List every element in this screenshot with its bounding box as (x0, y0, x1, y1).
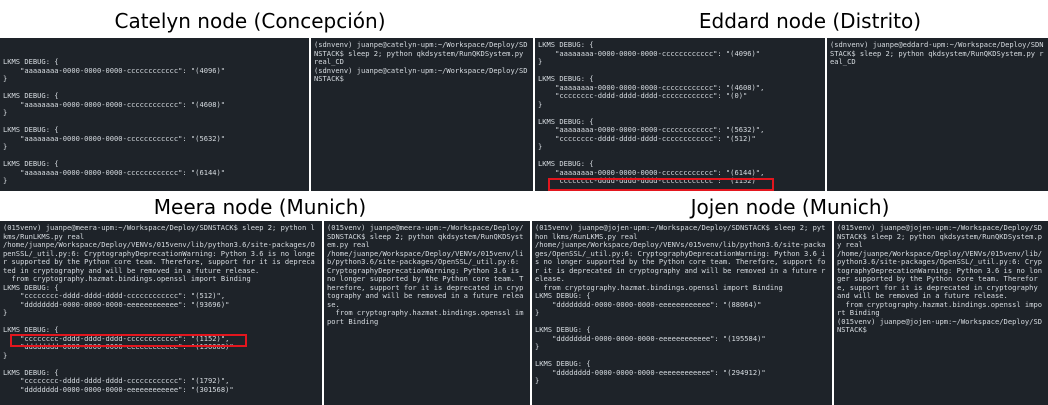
terminal-catelyn-qkd-output: (sdnvenv) juanpe@catelyn-upm:~/Workspace… (314, 40, 528, 83)
terminal-jojen-lkms[interactable]: (015venv) juanpe@jojen-upm:~/Workspace/D… (532, 221, 832, 405)
title-catelyn: Catelyn node (Concepción) (114, 9, 386, 33)
title-jojen: Jojen node (Munich) (690, 195, 890, 219)
terminal-meera-qkd-output: (015venv) juanpe@meera-upm:~/Workspace/D… (327, 223, 524, 326)
highlight-box-eddard (548, 178, 774, 191)
terminal-jojen-qkd-output: (015venv) juanpe@jojen-upm:~/Workspace/D… (837, 223, 1043, 334)
title-meera: Meera node (Munich) (153, 195, 367, 219)
terminal-eddard-lkms-output: LKMS DEBUG: { "aaaaaaaa-0000-0000-0000-c… (538, 40, 765, 185)
terminal-jojen-qkd[interactable]: (015venv) juanpe@jojen-upm:~/Workspace/D… (834, 221, 1048, 405)
terminal-eddard-lkms[interactable]: LKMS DEBUG: { "aaaaaaaa-0000-0000-0000-c… (535, 38, 825, 191)
terminal-eddard-qkd[interactable]: (sdnvenv) juanpe@eddard-upm:~/Workspace/… (827, 38, 1048, 191)
terminal-catelyn-lkms-output: LKMS DEBUG: { "aaaaaaaa-0000-0000-0000-c… (3, 57, 226, 185)
terminal-meera-qkd[interactable]: (015venv) juanpe@meera-upm:~/Workspace/D… (324, 221, 530, 405)
title-eddard: Eddard node (Distrito) (698, 9, 922, 33)
terminal-jojen-lkms-output: (015venv) juanpe@jojen-upm:~/Workspace/D… (535, 223, 826, 385)
terminal-catelyn-lkms[interactable]: LKMS DEBUG: { "aaaaaaaa-0000-0000-0000-c… (0, 38, 309, 191)
highlight-box-meera (10, 334, 247, 347)
terminal-catelyn-qkd[interactable]: (sdnvenv) juanpe@catelyn-upm:~/Workspace… (311, 38, 533, 191)
terminal-eddard-qkd-output: (sdnvenv) juanpe@eddard-upm:~/Workspace/… (830, 40, 1044, 66)
terminal-meera-lkms-output: (015venv) juanpe@meera-upm:~/Workspace/D… (3, 223, 315, 394)
terminal-meera-lkms[interactable]: (015venv) juanpe@meera-upm:~/Workspace/D… (0, 221, 322, 405)
